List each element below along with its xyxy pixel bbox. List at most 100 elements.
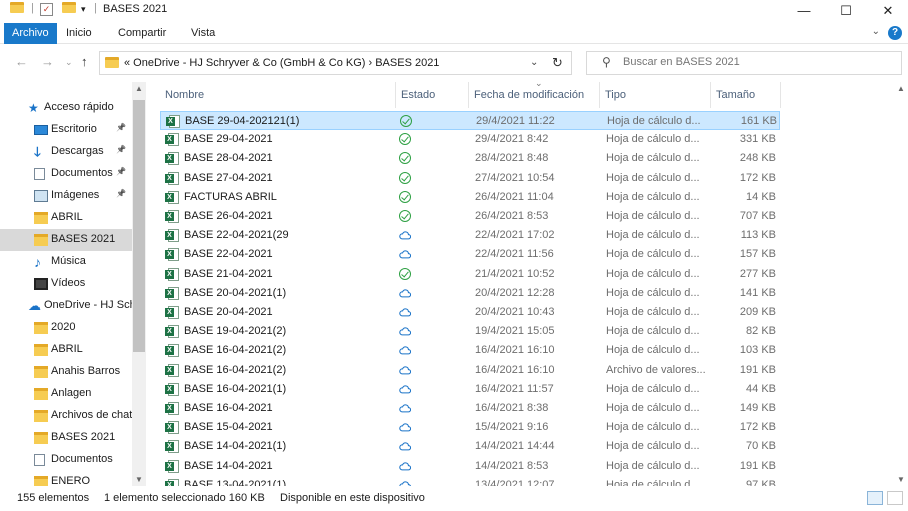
table-row[interactable]: X BASE 14-04-2021(1) 14/4/2021 14:44 Hoja d… [160,437,780,456]
column-header-name[interactable]: Nombre [160,82,396,108]
cloud-status-icon [399,308,411,317]
nav-item[interactable]: Documentos [0,449,132,471]
address-history-chevron-icon[interactable]: ⌄ [530,57,538,68]
table-row[interactable]: X BASE 26-04-2021 26/4/2021 8:53 Hoja de cá… [160,207,780,226]
nav-item[interactable]: ABRIL [0,339,132,361]
address-bar[interactable]: « OneDrive - HJ Schryver & Co (GmbH & Co… [99,51,572,75]
table-row[interactable]: X BASE 14-04-2021 14/4/2021 8:53 Hoja de cá… [160,457,780,476]
table-row[interactable]: X BASE 29-04-202121(1) 29/4/2021 11:22 Hoja… [160,111,780,130]
nav-item[interactable]: Documentos 📌 [0,163,132,185]
forward-arrow-icon[interactable]: → [41,54,54,69]
close-button[interactable]: ✕ [866,0,908,21]
download-icon: 🡓 [34,144,41,159]
help-icon[interactable]: ? [888,26,902,40]
nav-item-label: Imágenes [51,189,100,201]
nav-item[interactable]: Vídeos [0,273,132,295]
table-row[interactable]: X BASE 27-04-2021 27/4/2021 10:54 Hoja de c… [160,169,780,188]
nav-item[interactable]: ENERO [0,471,132,486]
up-arrow-icon[interactable]: ↑ [81,54,88,69]
table-row[interactable]: X BASE 19-04-2021(2) 19/4/2021 15:05 Hoja d… [160,322,780,341]
selection-info: 1 elemento seleccionado 160 KB [104,492,265,504]
recent-locations-chevron-icon[interactable]: ⌄ [65,57,73,68]
nav-item[interactable]: ☁ OneDrive - HJ Sch [0,295,136,317]
new-folder-icon[interactable] [62,2,76,18]
scroll-up-arrow-icon[interactable]: ▲ [135,84,143,93]
nav-item[interactable]: Escritorio 📌 [0,119,132,141]
search-box[interactable]: ⚲ [586,51,902,75]
file-modified: 14/4/2021 8:53 [475,459,549,472]
table-row[interactable]: X BASE 16-04-2021 16/4/2021 8:38 Hoja de cá… [160,399,780,418]
scroll-up-arrow-icon[interactable]: ▲ [897,84,905,93]
folder-icon [34,410,48,422]
table-row[interactable]: X BASE 22-04-2021 22/4/2021 11:56 Hoja de c… [160,245,780,264]
table-row[interactable]: X BASE 28-04-2021 28/4/2021 8:48 Hoja de cá… [160,149,780,168]
nav-item[interactable]: ♪ Música [0,251,132,273]
nav-item[interactable]: BASES 2021 [0,229,132,251]
cloud-status-icon [399,442,411,451]
search-input[interactable] [623,56,883,68]
table-row[interactable]: X BASE 16-04-2021(1) 16/4/2021 11:57 Hoja d… [160,380,780,399]
nav-item[interactable]: Anahis Barros [0,361,132,383]
details-view-button[interactable] [867,491,883,505]
column-header-status[interactable]: Estado [396,82,469,108]
table-row[interactable]: X BASE 16-04-2021(2) 16/4/2021 16:10 Hoja d… [160,341,780,360]
nav-item-label: Descargas [51,145,104,157]
file-size: 149 KB [739,402,776,414]
scroll-down-arrow-icon[interactable]: ▼ [135,475,143,484]
excel-file-icon: X [165,190,179,204]
nav-item[interactable]: 2020 [0,317,132,339]
scroll-down-arrow-icon[interactable]: ▼ [897,475,905,484]
tab-inicio[interactable]: Inicio [58,23,100,44]
file-name: BASE 22-04-2021 [184,248,273,261]
synced-check-icon [399,152,411,165]
table-row[interactable]: X BASE 29-04-2021 29/4/2021 8:42 Hoja de cá… [160,130,780,149]
table-row[interactable]: X BASE 13-04-2021(1) 13/4/2021 12:07 Hoja d… [160,476,780,486]
tab-compartir[interactable]: Compartir [110,23,174,44]
file-modified: 20/4/2021 10:43 [475,306,555,318]
customize-toolbar-chevron-icon[interactable]: ▾ [81,4,86,20]
nav-item[interactable]: Imágenes 📌 [0,185,132,207]
file-modified: 22/4/2021 17:02 [475,229,555,242]
synced-check-icon [399,210,411,222]
nav-item[interactable]: 🡓 Descargas 📌 [0,141,132,163]
file-type: Hoja de cálculo d... [606,190,700,203]
table-row[interactable]: X BASE 16-04-2021(2) 16/4/2021 16:10 Archiv… [160,361,780,380]
table-row[interactable]: X BASE 21-04-2021 21/4/2021 10:52 Hoja de c… [160,265,780,284]
address-path[interactable]: « OneDrive - HJ Schryver & Co (GmbH & Co… [124,57,439,69]
expand-ribbon-chevron-icon[interactable]: ⌄ [872,26,880,37]
nav-scrollbar-thumb[interactable] [133,100,145,352]
nav-item[interactable]: Archivos de chat [0,405,132,427]
column-header-modified[interactable]: Fecha de modificación [469,82,600,108]
table-row[interactable]: X FACTURAS ABRIL 26/4/2021 11:04 Hoja de cá… [160,188,780,207]
cloud-status-icon [399,346,411,355]
maximize-button[interactable]: ☐ [824,0,868,21]
folder-icon [10,2,24,18]
table-row[interactable]: X BASE 15-04-2021 15/4/2021 9:16 Hoja de cá… [160,418,780,437]
nav-item-label: BASES 2021 [51,233,116,245]
properties-icon[interactable]: ✓ [40,3,53,16]
document-icon [34,168,45,180]
cloud-status-icon [399,481,411,486]
table-row[interactable]: X BASE 22-04-2021(29 22/4/2021 17:02 Hoja d… [160,226,780,245]
tab-archivo[interactable]: Archivo [4,23,57,44]
nav-item[interactable]: ABRIL [0,207,132,229]
refresh-icon[interactable]: ↻ [552,55,563,71]
minimize-button[interactable]: — [782,0,826,21]
file-name: BASE 16-04-2021(2) [184,344,287,357]
list-scrollbar[interactable]: ▲ ▼ [894,82,908,486]
tab-vista[interactable]: Vista [183,23,223,44]
file-name: BASE 19-04-2021(2) [184,325,287,338]
nav-item[interactable]: Anlagen [0,383,132,405]
excel-file-icon: X [165,382,179,396]
column-header-type[interactable]: Tipo [600,82,711,108]
table-row[interactable]: X BASE 20-04-2021(1) 20/4/2021 12:28 Hoja d… [160,284,780,303]
file-name: BASE 13-04-2021(1) [184,478,287,486]
back-arrow-icon[interactable]: ← [15,54,28,69]
file-modified: 14/4/2021 14:44 [475,440,555,453]
nav-item[interactable]: BASES 2021 [0,427,132,449]
large-icons-view-button[interactable] [887,491,903,505]
nav-item[interactable]: ★ Acceso rápido [0,97,132,119]
column-header-size[interactable]: Tamaño [711,82,781,108]
file-size: 113 KB [740,229,776,242]
table-row[interactable]: X BASE 20-04-2021 20/4/2021 10:43 Hoja de c… [160,303,780,322]
